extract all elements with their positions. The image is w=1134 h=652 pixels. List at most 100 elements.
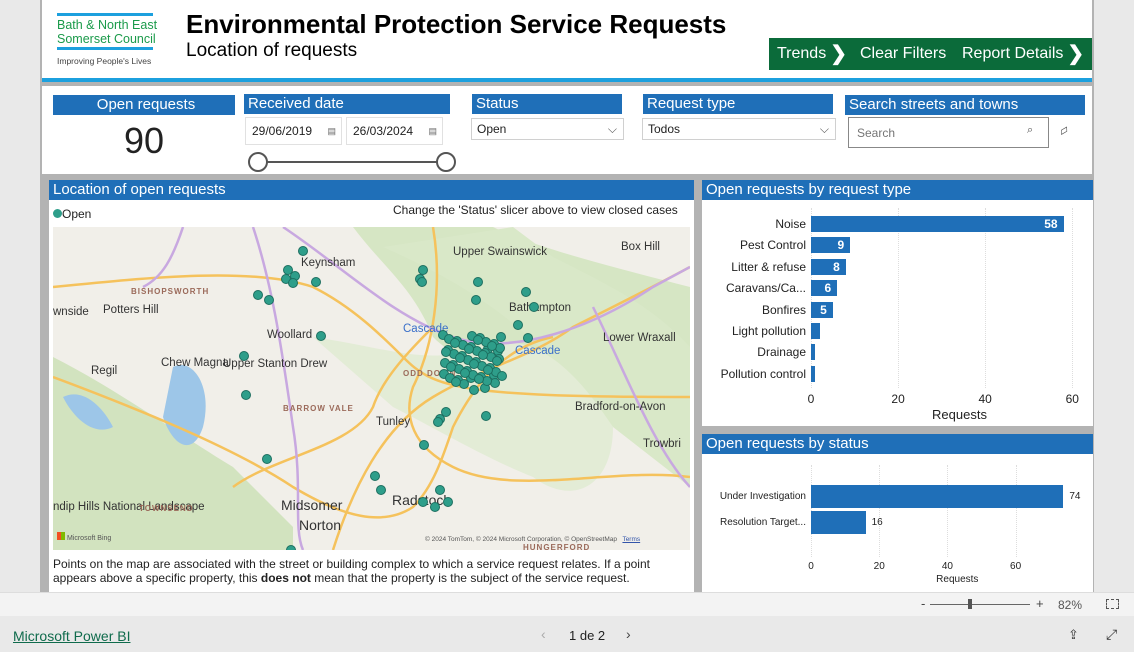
request-point[interactable] xyxy=(435,485,445,495)
category-label: Under Investigation xyxy=(719,490,806,502)
bar[interactable] xyxy=(811,344,816,361)
status-chart-title: Open requests by status xyxy=(702,434,1093,454)
zoom-out-button[interactable]: - xyxy=(921,596,925,611)
bing-label: Microsoft Bing xyxy=(66,535,112,542)
date-slider-end-handle[interactable] xyxy=(436,152,456,172)
power-bi-link[interactable]: Microsoft Power BI xyxy=(13,628,130,644)
zoom-in-button[interactable]: + xyxy=(1036,596,1044,611)
request-point[interactable] xyxy=(483,365,493,375)
next-page-icon[interactable]: › xyxy=(626,626,631,642)
request-point[interactable] xyxy=(288,278,298,288)
status-dropdown[interactable]: Open ⌵ xyxy=(471,118,624,140)
status-chart xyxy=(702,434,1093,592)
request-point[interactable] xyxy=(529,302,539,312)
x-tick-label: 40 xyxy=(941,561,953,572)
date-from-value: 29/06/2019 xyxy=(252,124,313,138)
request-point[interactable] xyxy=(239,351,249,361)
data-label: 6 xyxy=(824,281,832,296)
prev-page-icon[interactable]: ‹ xyxy=(541,626,546,642)
request-type-dropdown[interactable]: Todos ⌵ xyxy=(642,118,836,140)
terms-link[interactable]: Terms xyxy=(622,536,640,543)
fit-to-page-icon[interactable] xyxy=(1106,599,1119,609)
trends-button[interactable]: Trends ❯ xyxy=(769,38,855,70)
request-point[interactable] xyxy=(417,277,427,287)
data-label: 9 xyxy=(837,238,845,253)
bar[interactable] xyxy=(811,216,1064,232)
bar[interactable] xyxy=(811,485,1064,508)
bar[interactable] xyxy=(811,323,820,339)
request-point[interactable] xyxy=(474,374,484,384)
page-title: Environmental Protection Service Request… xyxy=(186,9,727,39)
request-point[interactable] xyxy=(469,359,479,369)
zoom-slider-handle[interactable] xyxy=(968,599,972,609)
trends-label: Trends xyxy=(777,45,827,62)
share-icon[interactable]: ⇪ xyxy=(1068,627,1079,643)
request-point[interactable] xyxy=(496,332,506,342)
request-point[interactable] xyxy=(460,368,470,378)
zoom-slider[interactable] xyxy=(930,604,1030,605)
request-point[interactable] xyxy=(464,344,474,354)
request-point[interactable] xyxy=(455,353,465,363)
request-point[interactable] xyxy=(441,347,451,357)
request-point[interactable] xyxy=(262,454,272,464)
data-label: 74 xyxy=(1069,490,1081,502)
data-label: 5 xyxy=(820,302,827,317)
council-logo: Bath & North East Somerset Council xyxy=(57,18,157,46)
request-point[interactable] xyxy=(316,331,326,341)
request-point[interactable] xyxy=(473,277,483,287)
request-point[interactable] xyxy=(523,333,533,343)
date-slider-start-handle[interactable] xyxy=(248,152,268,172)
request-point[interactable] xyxy=(264,295,274,305)
request-point[interactable] xyxy=(241,390,251,400)
request-type-label: Request type xyxy=(643,94,833,114)
request-point[interactable] xyxy=(419,440,429,450)
request-point[interactable] xyxy=(513,320,523,330)
category-label: Noise xyxy=(775,217,806,231)
map-view[interactable]: Keynsham Upper Swainswick Box Hill Bathampt… xyxy=(53,227,690,550)
request-point[interactable] xyxy=(418,497,428,507)
request-point[interactable] xyxy=(433,417,443,427)
request-point[interactable] xyxy=(430,502,440,512)
request-point[interactable] xyxy=(311,277,321,287)
fullscreen-icon[interactable]: ⤢ xyxy=(1106,626,1117,643)
request-point[interactable] xyxy=(471,295,481,305)
gridline xyxy=(898,208,900,388)
search-icon[interactable]: ⌕ xyxy=(1027,124,1033,137)
request-point[interactable] xyxy=(443,497,453,507)
map-district-label: BISHOPSWORTH xyxy=(131,287,210,296)
request-point[interactable] xyxy=(286,545,296,550)
request-point[interactable] xyxy=(253,290,263,300)
date-slider-track[interactable] xyxy=(258,161,446,163)
request-point[interactable] xyxy=(487,341,497,351)
request-point[interactable] xyxy=(492,356,502,366)
category-label: Light pollution xyxy=(731,324,806,338)
map-note: Points on the map are associated with th… xyxy=(53,557,693,585)
bar[interactable] xyxy=(811,237,851,254)
request-point[interactable] xyxy=(481,411,491,421)
date-to-input[interactable]: 26/03/2024 ▤ xyxy=(346,117,443,145)
request-point[interactable] xyxy=(450,338,460,348)
request-point[interactable] xyxy=(497,371,507,381)
page-subtitle: Location of requests xyxy=(186,40,358,61)
report-details-button[interactable]: Report Details ❯ xyxy=(954,38,1093,70)
map-place-label: Tunley xyxy=(376,416,411,428)
bar[interactable] xyxy=(811,511,866,534)
request-point[interactable] xyxy=(473,335,483,345)
search-input[interactable] xyxy=(848,117,1049,148)
gridline xyxy=(1072,208,1074,388)
request-point[interactable] xyxy=(469,385,479,395)
date-from-input[interactable]: 29/06/2019 ▤ xyxy=(245,117,342,145)
status-label: Status xyxy=(472,94,622,114)
bar[interactable] xyxy=(811,365,816,382)
request-point[interactable] xyxy=(521,287,531,297)
logo-line2: Somerset Council xyxy=(57,32,156,46)
request-point[interactable] xyxy=(446,362,456,372)
clear-filters-button[interactable]: Clear Filters xyxy=(852,38,955,70)
bar[interactable] xyxy=(811,258,846,275)
request-point[interactable] xyxy=(376,485,386,495)
request-point[interactable] xyxy=(451,377,461,387)
request-point[interactable] xyxy=(478,350,488,360)
request-point[interactable] xyxy=(370,471,380,481)
request-point[interactable] xyxy=(298,246,308,256)
map-place-label: wnside xyxy=(53,306,89,318)
